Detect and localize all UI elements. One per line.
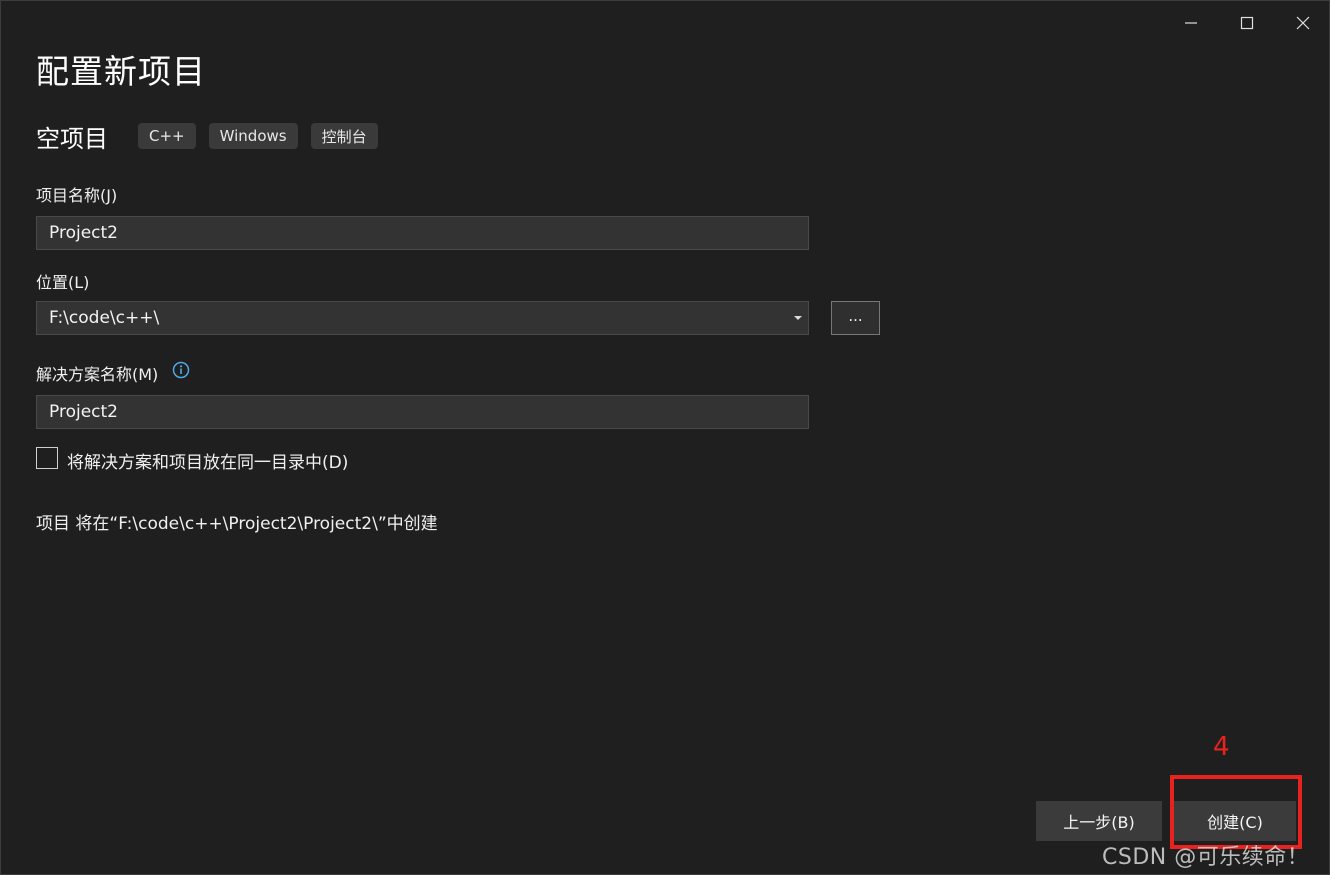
creation-path-note: 项目 将在“F:\code\c++\Project2\Project2\”中创建 (36, 514, 438, 534)
maximize-button[interactable] (1219, 1, 1275, 45)
solution-name-input[interactable]: Project2 (36, 395, 809, 429)
project-name-input[interactable]: Project2 (36, 216, 809, 250)
minimize-icon (1185, 22, 1197, 24)
dialog-window: 配置新项目 空项目 C++ Windows 控制台 项目名称(J) Projec… (0, 0, 1330, 875)
back-button[interactable]: 上一步(B) (1036, 801, 1162, 841)
watermark: CSDN @可乐续命！ (1102, 845, 1310, 870)
browse-button[interactable]: ... (831, 301, 880, 335)
create-button[interactable]: 创建(C) (1174, 801, 1296, 841)
location-value: F:\code\c++\ (49, 308, 160, 328)
tag-cpp: C++ (138, 123, 196, 149)
step-number-annotation: 4 (1213, 732, 1230, 762)
chevron-down-icon[interactable] (794, 316, 802, 320)
template-name: 空项目 (36, 125, 108, 153)
info-icon[interactable] (172, 361, 190, 379)
maximize-icon (1240, 16, 1254, 30)
solution-name-label: 解决方案名称(M) (36, 365, 159, 384)
close-button[interactable] (1275, 1, 1330, 45)
same-directory-checkbox[interactable] (36, 447, 58, 469)
close-icon (1296, 16, 1310, 30)
location-combobox[interactable]: F:\code\c++\ (36, 301, 809, 335)
solution-name-value: Project2 (49, 402, 118, 422)
minimize-button[interactable] (1163, 1, 1219, 45)
project-name-value: Project2 (49, 223, 118, 243)
template-tags: C++ Windows 控制台 (138, 123, 378, 149)
same-directory-label[interactable]: 将解决方案和项目放在同一目录中(D) (67, 448, 348, 473)
location-label: 位置(L) (36, 273, 90, 292)
tag-console: 控制台 (310, 123, 378, 149)
page-title: 配置新项目 (36, 52, 206, 91)
project-name-label: 项目名称(J) (36, 186, 118, 205)
tag-windows: Windows (208, 123, 298, 149)
